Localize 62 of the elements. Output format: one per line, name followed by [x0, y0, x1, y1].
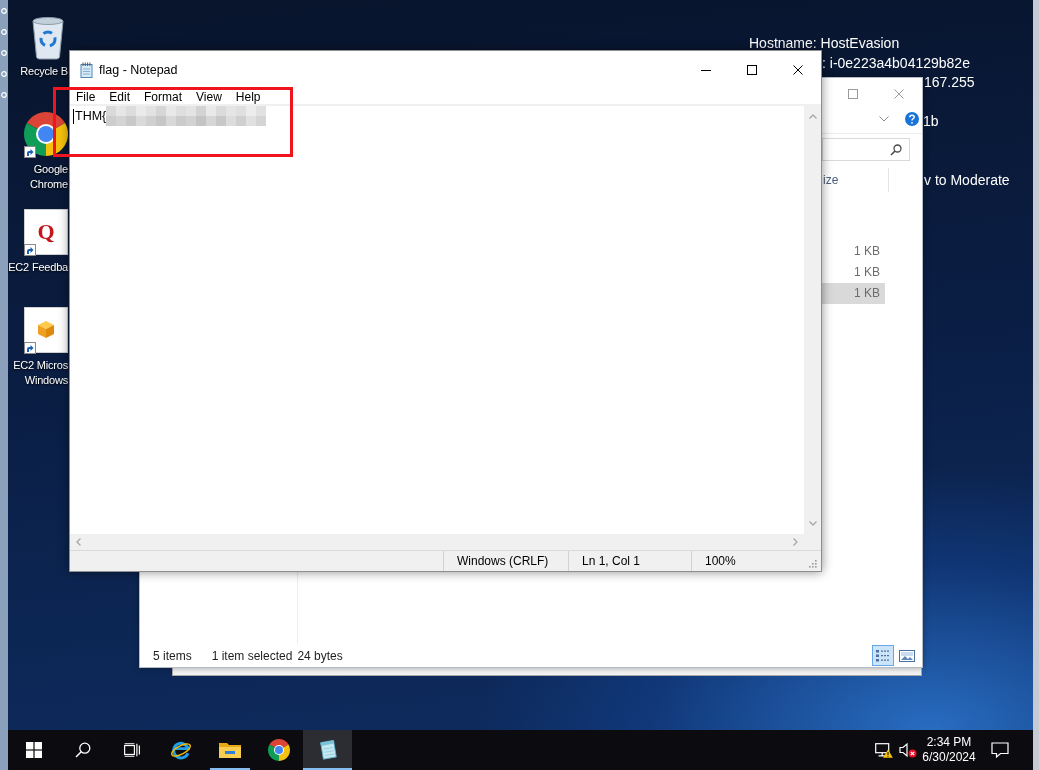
search-icon [74, 742, 91, 758]
speech-bubble-icon [991, 742, 1009, 758]
letter-e-icon [168, 739, 193, 761]
cube-icon[interactable] [24, 307, 68, 353]
chevron-down-icon [808, 521, 817, 526]
view-button[interactable] [872, 645, 894, 666]
search-icon [890, 143, 902, 156]
help-icon[interactable] [905, 112, 919, 126]
close-icon [894, 88, 904, 99]
status-text: 5 items [153, 648, 192, 663]
ring-icon [1, 71, 7, 77]
window-title: flag - Notepad [99, 63, 178, 77]
system-info-text: 1b [923, 113, 939, 129]
maximize-icon [848, 88, 858, 99]
status-text: 100% [691, 551, 794, 571]
menu-item[interactable]: Help [229, 91, 267, 104]
task-view-icon [123, 742, 140, 758]
text-cursor [73, 108, 74, 124]
horizontal-scrollbar[interactable] [70, 534, 821, 550]
details-list-icon [875, 648, 891, 663]
maximize-icon [747, 65, 757, 75]
status-text: Windows (CRLF) [443, 551, 568, 571]
app-logo-tile[interactable]: Q [24, 209, 68, 255]
system-info-text: v to Moderate [924, 172, 1010, 188]
ring-icon [1, 29, 7, 35]
ring-icon [1, 92, 7, 98]
file-size-cell[interactable]: 1 KB [822, 241, 885, 262]
resize-grip-icon[interactable] [807, 558, 817, 568]
chevron-right-icon [793, 538, 798, 546]
menu-item[interactable]: File [70, 91, 102, 104]
search-field[interactable] [822, 138, 910, 161]
chevron-left-icon [76, 538, 81, 546]
taskbar-app-button[interactable] [303, 730, 352, 770]
document-text: THM{ [75, 108, 107, 125]
chrome-logo-icon[interactable] [24, 112, 68, 156]
desktop-icon-label: Recycle B [20, 64, 68, 79]
chevron-down-icon[interactable] [879, 116, 889, 122]
windows-logo-icon [25, 742, 42, 758]
chevron-up-icon [808, 114, 817, 119]
menu-item[interactable]: View [190, 91, 228, 104]
status-text: 1 item selected [211, 648, 293, 663]
ring-icon [1, 8, 7, 14]
system-info-text: Hostname: HostEvasion [749, 35, 900, 51]
desktop-icon-label: Google Chrome [30, 162, 68, 192]
file-size-cell[interactable]: 1 KB [822, 262, 885, 283]
menu-item[interactable]: Format [138, 91, 189, 104]
clock[interactable]: 2:34 PM 6/30/2024 [920, 730, 978, 770]
chrome-logo-icon [266, 739, 291, 761]
system-info-text: 167.255 [924, 74, 975, 90]
close-icon [793, 65, 803, 75]
picture-icon [899, 648, 915, 663]
ring-icon [1, 50, 7, 56]
notepad-icon [80, 62, 93, 78]
desktop-icon-label: EC2 Feedba [8, 260, 68, 275]
desktop-icon-label: EC2 Micros Windows [13, 358, 68, 388]
status-text: Ln 1, Col 1 [568, 551, 691, 571]
status-text: 24 bytes [297, 648, 343, 663]
text-area[interactable]: THM{ [70, 106, 804, 534]
vertical-scrollbar[interactable] [804, 106, 821, 534]
file-size-cell[interactable]: 1 KB [822, 283, 885, 304]
menu-item[interactable]: Edit [103, 91, 137, 104]
system-info-text: : i-0e223a4b04129b82e [822, 55, 970, 71]
